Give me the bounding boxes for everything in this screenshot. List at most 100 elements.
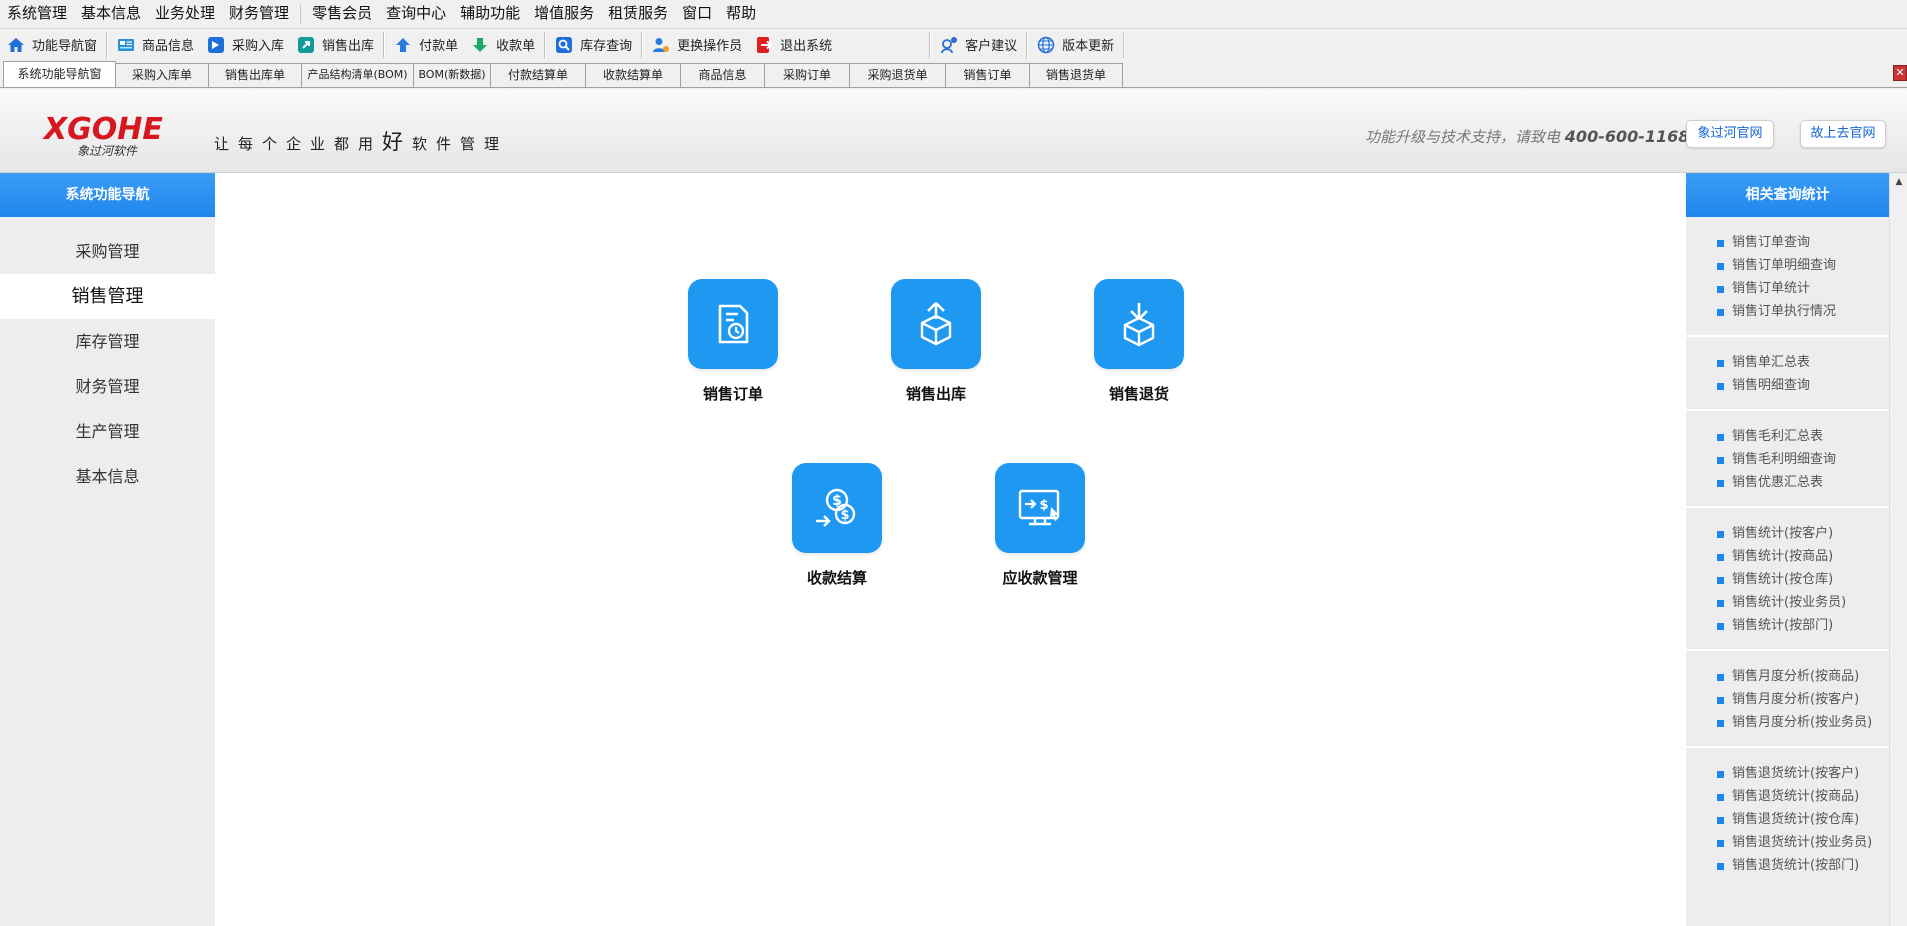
coin-settlement-icon[interactable]: $ $ <box>792 463 882 553</box>
query-link[interactable]: 销售统计(按业务员) <box>1686 591 1889 614</box>
toolbar-payment-button[interactable]: 付款单 <box>387 30 464 60</box>
sales-order-function[interactable]: 销售订单 <box>668 279 798 404</box>
query-link-text[interactable]: 销售退货统计(按客户) <box>1716 766 1859 781</box>
receivables-function[interactable]: $ 应收款管理 <box>975 463 1105 588</box>
query-link-text[interactable]: 销售退货统计(按业务员) <box>1716 835 1872 850</box>
tab-sales-order[interactable]: 销售订单 <box>945 63 1030 87</box>
toolbar-sales-out-button[interactable]: 销售出库 <box>290 30 380 60</box>
query-link-text[interactable]: 销售退货统计(按部门) <box>1716 858 1859 873</box>
query-link[interactable]: 销售统计(按商品) <box>1686 545 1889 568</box>
toolbar-nav-window-button[interactable]: 功能导航窗 <box>0 30 103 60</box>
menu-window[interactable]: 窗口 <box>675 0 719 27</box>
query-link[interactable]: 销售单汇总表 <box>1686 351 1889 374</box>
query-link-text[interactable]: 销售明细查询 <box>1716 378 1810 393</box>
query-link-text[interactable]: 销售毛利汇总表 <box>1716 429 1823 444</box>
menu-rental[interactable]: 租赁服务 <box>601 0 675 27</box>
query-link-text[interactable]: 销售月度分析(按商品) <box>1716 669 1859 684</box>
query-link[interactable]: 销售月度分析(按商品) <box>1686 665 1889 688</box>
query-link-text[interactable]: 销售统计(按仓库) <box>1716 572 1833 587</box>
menu-basic-info[interactable]: 基本信息 <box>74 0 148 27</box>
tab-receipt-settlement[interactable]: 收款结算单 <box>585 63 681 87</box>
forum-site-button[interactable]: 故上去官网 <box>1800 120 1886 148</box>
menu-help[interactable]: 帮助 <box>719 0 763 27</box>
query-link-text[interactable]: 销售单汇总表 <box>1716 355 1810 370</box>
tab-sales-out[interactable]: 销售出库单 <box>208 63 302 87</box>
tab-bom[interactable]: 产品结构清单(BOM) <box>301 63 414 87</box>
query-link[interactable]: 销售月度分析(按业务员) <box>1686 711 1889 734</box>
query-link-text[interactable]: 销售订单执行情况 <box>1716 304 1836 319</box>
query-link-text[interactable]: 销售退货统计(按商品) <box>1716 789 1859 804</box>
query-link[interactable]: 销售退货统计(按商品) <box>1686 785 1889 808</box>
menu-value-added[interactable]: 增值服务 <box>527 0 601 27</box>
query-link-text[interactable]: 销售订单查询 <box>1716 235 1810 250</box>
query-link[interactable]: 销售优惠汇总表 <box>1686 471 1889 494</box>
close-tab-icon[interactable]: ✕ <box>1893 65 1907 81</box>
toolbar-purchase-in-button[interactable]: 采购入库 <box>200 30 290 60</box>
toolbar-feedback-button[interactable]: 客户建议 <box>933 30 1023 60</box>
vertical-scrollbar[interactable]: ▲ <box>1889 173 1907 926</box>
tab-purchase-in[interactable]: 采购入库单 <box>115 63 209 87</box>
query-link[interactable]: 销售明细查询 <box>1686 374 1889 397</box>
query-link-text[interactable]: 销售订单明细查询 <box>1716 258 1836 273</box>
menu-finance[interactable]: 财务管理 <box>222 0 296 27</box>
toolbar-switch-operator-button[interactable]: 更换操作员 <box>645 30 748 60</box>
sales-outbound-function[interactable]: 销售出库 <box>871 279 1001 404</box>
query-link[interactable]: 销售订单查询 <box>1686 231 1889 254</box>
sidebar-item-sales[interactable]: 销售管理 <box>0 274 215 319</box>
query-link[interactable]: 销售统计(按客户) <box>1686 522 1889 545</box>
sidebar-item-basic-info[interactable]: 基本信息 <box>0 454 215 499</box>
query-link[interactable]: 销售毛利汇总表 <box>1686 425 1889 448</box>
tab-payment-settlement[interactable]: 付款结算单 <box>490 63 586 87</box>
official-site-button[interactable]: 象过河官网 <box>1686 120 1774 148</box>
query-link[interactable]: 销售月度分析(按客户) <box>1686 688 1889 711</box>
query-link[interactable]: 销售统计(按仓库) <box>1686 568 1889 591</box>
tab-purchase-order[interactable]: 采购订单 <box>764 63 850 87</box>
tab-bom-new[interactable]: BOM(新数据) <box>413 63 491 87</box>
receivables-monitor-icon[interactable]: $ <box>995 463 1085 553</box>
toolbar-separator <box>383 31 385 58</box>
tab-system-nav[interactable]: 系统功能导航窗 <box>3 61 116 87</box>
query-link-text[interactable]: 销售退货统计(按仓库) <box>1716 812 1859 827</box>
query-link-text[interactable]: 销售月度分析(按业务员) <box>1716 715 1872 730</box>
menu-auxiliary[interactable]: 辅助功能 <box>453 0 527 27</box>
query-link[interactable]: 销售毛利明细查询 <box>1686 448 1889 471</box>
query-link[interactable]: 销售退货统计(按业务员) <box>1686 831 1889 854</box>
sales-return-function[interactable]: 销售退货 <box>1074 279 1204 404</box>
query-link[interactable]: 销售退货统计(按仓库) <box>1686 808 1889 831</box>
query-link[interactable]: 销售订单执行情况 <box>1686 300 1889 323</box>
menu-query-center[interactable]: 查询中心 <box>379 0 453 27</box>
return-box-icon[interactable] <box>1094 279 1184 369</box>
tab-sales-return[interactable]: 销售退货单 <box>1029 63 1123 87</box>
query-link-text[interactable]: 销售优惠汇总表 <box>1716 475 1823 490</box>
toolbar-inventory-search-button[interactable]: 库存查询 <box>548 30 638 60</box>
toolbar-exit-button[interactable]: 退出系统 <box>748 30 926 60</box>
sidebar-item-production[interactable]: 生产管理 <box>0 409 215 454</box>
query-link-text[interactable]: 销售订单统计 <box>1716 281 1810 296</box>
menu-business[interactable]: 业务处理 <box>148 0 222 27</box>
query-link[interactable]: 销售退货统计(按客户) <box>1686 762 1889 785</box>
sidebar-item-inventory[interactable]: 库存管理 <box>0 319 215 364</box>
query-link-text[interactable]: 销售月度分析(按客户) <box>1716 692 1859 707</box>
query-link-text[interactable]: 销售毛利明细查询 <box>1716 452 1836 467</box>
query-link-text[interactable]: 销售统计(按商品) <box>1716 549 1833 564</box>
sidebar-item-finance[interactable]: 财务管理 <box>0 364 215 409</box>
menu-system[interactable]: 系统管理 <box>0 0 74 27</box>
receipt-settlement-function[interactable]: $ $ 收款结算 <box>772 463 902 588</box>
query-link-text[interactable]: 销售统计(按业务员) <box>1716 595 1846 610</box>
query-link-text[interactable]: 销售统计(按客户) <box>1716 526 1833 541</box>
query-link-text[interactable]: 销售统计(按部门) <box>1716 618 1833 633</box>
query-link[interactable]: 销售退货统计(按部门) <box>1686 854 1889 877</box>
scroll-up-icon[interactable]: ▲ <box>1890 173 1907 191</box>
sales-order-icon[interactable] <box>688 279 778 369</box>
menu-retail-member[interactable]: 零售会员 <box>305 0 379 27</box>
outbound-box-icon[interactable] <box>891 279 981 369</box>
toolbar-product-info-button[interactable]: 商品信息 <box>110 30 200 60</box>
tab-purchase-return[interactable]: 采购退货单 <box>849 63 946 87</box>
query-link[interactable]: 销售订单统计 <box>1686 277 1889 300</box>
tab-product-info[interactable]: 商品信息 <box>680 63 765 87</box>
toolbar-receipt-button[interactable]: 收款单 <box>464 30 541 60</box>
query-link[interactable]: 销售订单明细查询 <box>1686 254 1889 277</box>
query-link[interactable]: 销售统计(按部门) <box>1686 614 1889 637</box>
sidebar-item-purchase[interactable]: 采购管理 <box>0 229 215 274</box>
toolbar-version-update-button[interactable]: 版本更新 <box>1030 30 1120 60</box>
